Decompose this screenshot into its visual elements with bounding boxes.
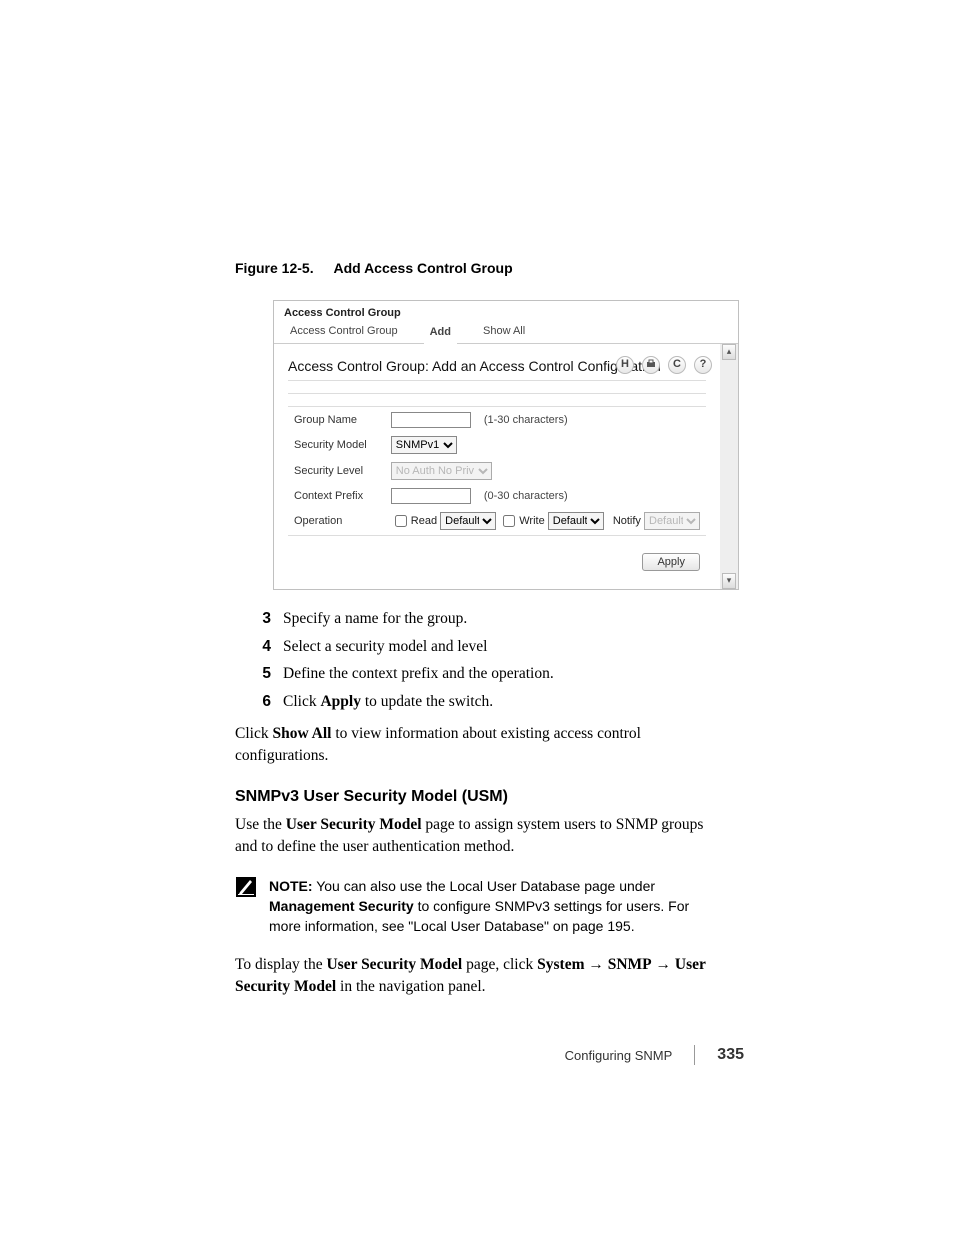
note-text: NOTE: You can also use the Local User Da… <box>269 876 719 937</box>
step-num: 4 <box>253 636 271 658</box>
screenshot-panel: Access Control Group Access Control Grou… <box>273 300 739 590</box>
write-select[interactable]: Default <box>548 512 604 530</box>
group-name-label: Group Name <box>290 409 385 431</box>
context-prefix-label: Context Prefix <box>290 485 385 507</box>
page-footer: Configuring SNMP 335 <box>565 1045 744 1065</box>
step-4: 4 Select a security model and level <box>253 636 719 658</box>
step-6: 6 Click Apply to update the switch. <box>253 691 719 713</box>
apply-button[interactable]: Apply <box>642 553 700 571</box>
scrollbar[interactable]: ▴ ▾ <box>720 344 738 589</box>
notify-select: Default <box>644 512 700 530</box>
footer-divider <box>694 1045 695 1065</box>
page-number: 335 <box>717 1046 744 1064</box>
figure-caption: Figure 12-5. Add Access Control Group <box>235 260 719 276</box>
scroll-down-icon[interactable]: ▾ <box>722 573 736 589</box>
window-title: Access Control Group <box>274 301 738 319</box>
divider <box>288 393 706 394</box>
security-level-select: No Auth No Priv <box>391 462 492 480</box>
footer-section: Configuring SNMP <box>565 1048 673 1063</box>
step-num: 6 <box>253 691 271 713</box>
group-name-hint: (1-30 characters) <box>484 414 568 426</box>
divider <box>288 380 706 381</box>
step-3: 3 Specify a name for the group. <box>253 608 719 630</box>
operation-label: Operation <box>290 509 385 533</box>
notify-label: Notify <box>613 515 641 527</box>
security-model-label: Security Model <box>290 433 385 457</box>
form-table: Group Name (1-30 characters) Security Mo… <box>288 406 706 536</box>
security-level-label: Security Level <box>290 459 385 483</box>
read-label: Read <box>411 515 437 527</box>
tab-access-control-group[interactable]: Access Control Group <box>284 321 404 343</box>
print-icon[interactable] <box>642 356 660 374</box>
para-nav: To display the User Security Model page,… <box>235 954 719 997</box>
group-name-input[interactable] <box>391 412 471 428</box>
para-usm: Use the User Security Model page to assi… <box>235 814 719 857</box>
context-prefix-hint: (0-30 characters) <box>484 490 568 502</box>
tabbar: Access Control Group Add Show All <box>274 319 738 344</box>
read-select[interactable]: Default <box>440 512 496 530</box>
step-text: Click Apply to update the switch. <box>283 691 493 713</box>
read-checkbox[interactable] <box>395 515 407 527</box>
tab-add[interactable]: Add <box>424 322 457 344</box>
step-num: 5 <box>253 663 271 685</box>
help-icon[interactable]: ? <box>694 356 712 374</box>
section-heading: SNMPv3 User Security Model (USM) <box>235 788 719 806</box>
tab-show-all[interactable]: Show All <box>477 321 531 343</box>
step-5: 5 Define the context prefix and the oper… <box>253 663 719 685</box>
note-block: NOTE: You can also use the Local User Da… <box>235 876 719 937</box>
step-num: 3 <box>253 608 271 630</box>
para-showall: Click Show All to view information about… <box>235 723 719 766</box>
context-prefix-input[interactable] <box>391 488 471 504</box>
figure-id: Figure 12-5. <box>235 260 314 276</box>
write-label: Write <box>519 515 544 527</box>
write-checkbox[interactable] <box>503 515 515 527</box>
toolbar: H C ? <box>616 356 712 374</box>
figure-title: Add Access Control Group <box>333 260 512 276</box>
note-icon <box>235 876 257 898</box>
step-text: Specify a name for the group. <box>283 608 467 630</box>
refresh-icon[interactable]: C <box>668 356 686 374</box>
step-text: Define the context prefix and the operat… <box>283 663 554 685</box>
step-text: Select a security model and level <box>283 636 487 658</box>
save-icon[interactable]: H <box>616 356 634 374</box>
security-model-select[interactable]: SNMPv1 <box>391 436 457 454</box>
scroll-up-icon[interactable]: ▴ <box>722 344 736 360</box>
steps-list: 3 Specify a name for the group. 4 Select… <box>253 608 719 713</box>
